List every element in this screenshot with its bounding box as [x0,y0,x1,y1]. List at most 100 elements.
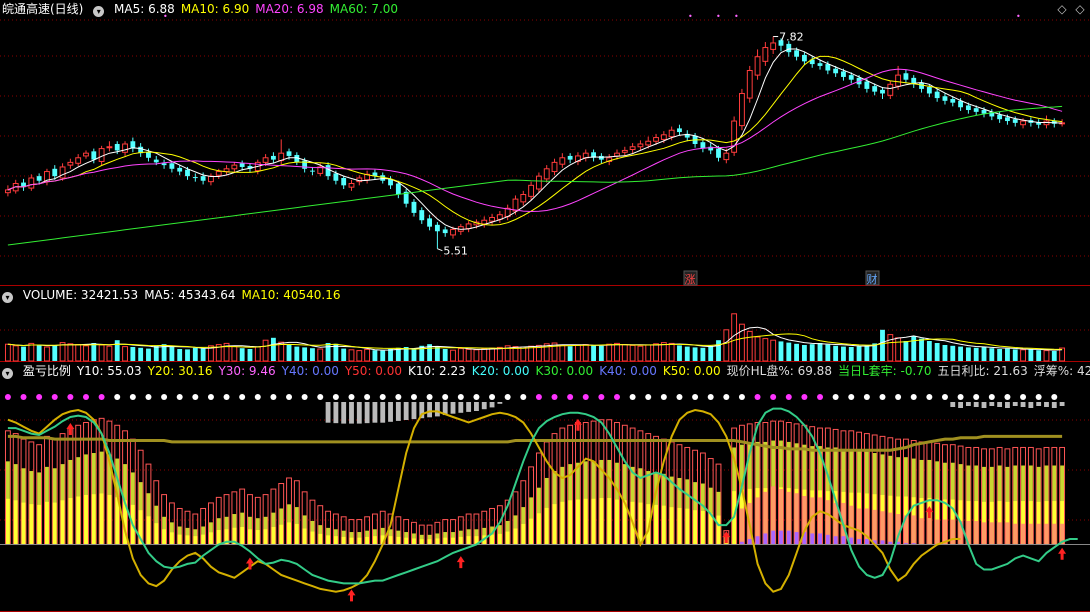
profit-core-band [388,536,393,545]
distribution-bar [395,402,401,421]
signal-dot [239,394,246,400]
signal-dot [879,394,886,400]
volume-bar [801,345,807,361]
signal-dot [973,394,980,400]
candle-body [91,151,97,160]
signal-dot [410,394,417,400]
profit-core-band [654,504,658,545]
candle-body [973,108,979,112]
profit-core-band [599,498,604,545]
candle-body [59,166,66,179]
loss-band [888,512,893,545]
volume-bar [997,349,1003,361]
volume-bar [716,340,721,361]
candle-body [4,189,11,194]
volume-bar [880,329,885,361]
volume-bar [621,344,628,362]
volume-bar [989,348,995,361]
volume-bar [325,343,331,361]
signal-dot [1035,394,1042,400]
profit-core-band [568,500,573,545]
volume-bar [817,343,823,361]
distribution-bar [1059,402,1065,406]
volume-bar [52,345,58,361]
volume-bar [973,347,979,361]
signal-dot [535,394,542,400]
volume-bar [684,346,690,361]
distribution-bar [466,402,472,412]
indicator-panel[interactable] [0,394,1090,602]
profit-core-band [13,500,18,545]
signal-dot [114,394,121,400]
candle-body [310,170,315,172]
profit-core-band [458,536,463,545]
candle-body [942,96,948,101]
profit-core-band [505,531,510,545]
signal-dot [395,394,402,400]
candle-body [177,167,183,172]
signal-dot [551,394,558,400]
candle-body [106,146,113,149]
volume-bar [380,350,386,361]
volume-panel[interactable] [4,313,1066,362]
volume-bar [887,334,894,362]
distribution-bar [965,402,971,406]
candle-body [1012,119,1018,123]
volume-bar [153,345,159,361]
candle-body [746,70,753,99]
chart-canvas[interactable]: 涨 财 • • • • • 7.82 5.51 [0,0,1090,612]
deep-loss-band [810,533,815,545]
volume-bar [185,349,190,361]
profit-core-band [68,498,73,545]
profit-core-band [107,494,112,545]
profit-core-band [607,498,612,545]
volume-bar [36,345,42,361]
volume-bar [138,347,144,361]
candle-body [637,143,644,148]
volume-bar [28,342,35,362]
candle-body [146,152,151,158]
loss-band [740,508,744,545]
profit-core-band [615,499,619,545]
ma10-line [7,55,1063,226]
candle-body [567,155,573,160]
distribution-bar [1036,402,1042,406]
loss-band [935,519,940,545]
signal-dot [36,394,43,400]
volume-bar [44,346,50,362]
volume-bar [442,349,448,361]
candle-body [786,43,792,53]
signal-dot [957,394,964,400]
profit-core-band [193,536,198,545]
candle-body [825,64,831,71]
distribution-bar [333,402,339,424]
deep-loss-band [747,538,752,545]
distribution-bar [1044,402,1049,407]
profit-core-band [708,513,713,545]
candle-body [653,137,659,142]
profit-core-band [677,507,682,545]
profit-core-band [5,498,10,545]
event-dot: • [163,12,168,21]
candle-body [52,168,58,177]
signal-dot [457,394,464,400]
profit-core-band [419,539,424,545]
profit-core-band [466,536,471,545]
volume-bar [520,346,527,362]
signal-dot [567,394,574,400]
profit-core-band [318,533,323,545]
candle-body [411,201,417,213]
price-panel[interactable]: 涨 财 • • • • • [4,12,1066,286]
price-high-label: 7.82 [779,31,804,44]
candle-body [262,157,269,163]
volume-bar [677,345,682,361]
signal-dot [1004,394,1011,400]
deep-loss-band [833,536,838,545]
signal-dot [895,394,902,400]
volume-bar [809,344,815,361]
profit-core-band [185,535,190,545]
candle-body [286,151,292,156]
signal-dot [692,394,699,400]
candle-body [997,114,1003,120]
loss-band [974,520,979,545]
